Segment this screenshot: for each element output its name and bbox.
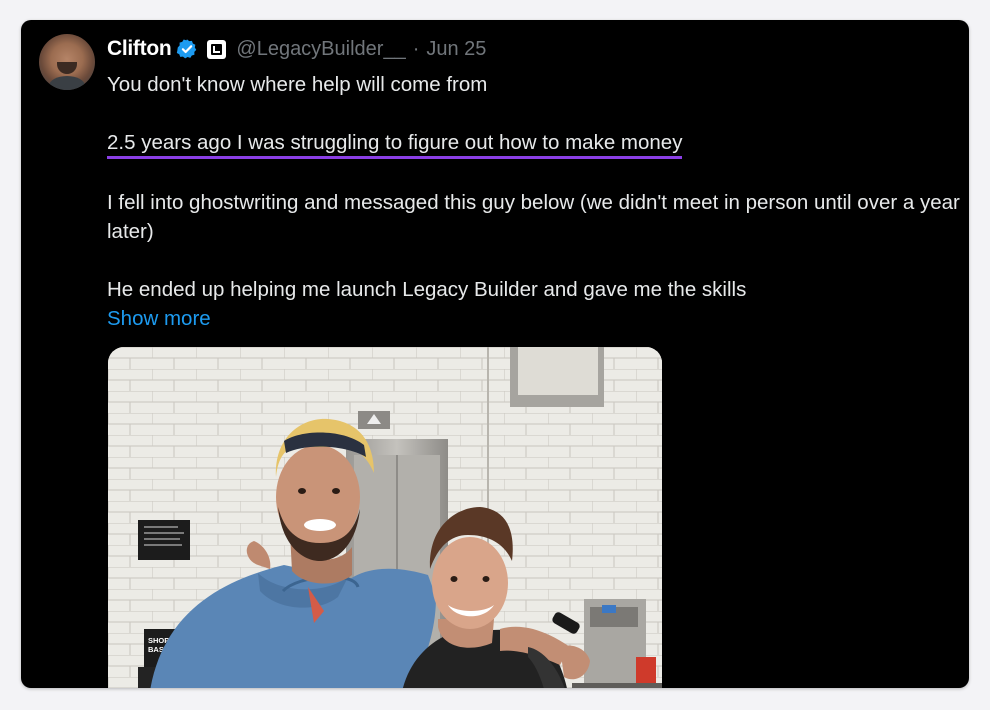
author-avatar[interactable] — [39, 34, 95, 90]
tweet-line-1: You don't know where help will come from — [107, 73, 488, 96]
tweet-line-2-highlighted: 2.5 years ago I was struggling to figure… — [107, 130, 683, 159]
verified-check-icon — [177, 39, 197, 59]
separator-dot: · — [412, 37, 420, 60]
tweet-card[interactable]: Clifton @LegacyBuilder__ · Jun 25 You do… — [21, 20, 969, 688]
tweet-line-3: I fell into ghostwriting and messaged th… — [107, 191, 960, 243]
tweet-header: Clifton @LegacyBuilder__ · Jun 25 — [107, 36, 486, 62]
tweet-line-4: He ended up helping me launch Legacy Bui… — [107, 278, 747, 301]
tweet-photo[interactable]: SHOPPING BASKETS — [108, 347, 662, 688]
legacy-builder-badge-icon[interactable] — [207, 39, 227, 59]
tweet-date[interactable]: Jun 25 — [426, 38, 486, 61]
photo-illustration: SHOPPING BASKETS — [108, 347, 662, 688]
show-more-link[interactable]: Show more — [107, 304, 967, 333]
author-handle[interactable]: @LegacyBuilder__ — [236, 38, 405, 61]
tweet-text: You don't know where help will come from… — [107, 70, 967, 333]
author-name[interactable]: Clifton — [107, 37, 172, 61]
